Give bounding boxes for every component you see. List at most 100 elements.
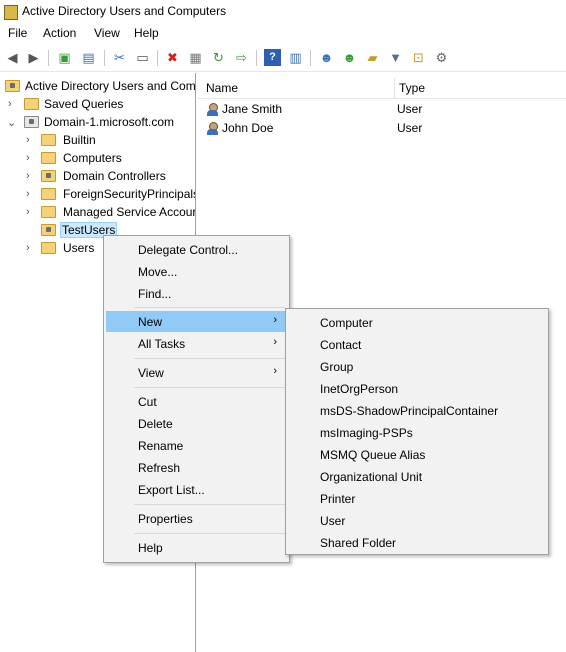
ou-icon — [41, 170, 56, 182]
toolbar-separator — [48, 50, 49, 66]
submenu-arrow-icon: › — [273, 314, 277, 326]
submenu-item-computer[interactable]: Computer — [288, 312, 546, 333]
tree-item-label: Managed Service Accour — [63, 205, 196, 219]
context-menu: Delegate Control... Move... Find... New ›… — [103, 235, 290, 563]
folder-icon — [41, 188, 56, 200]
toolbar-separator — [256, 50, 257, 66]
toolbar-separator — [310, 50, 311, 66]
menu-item-export-list[interactable]: Export List... — [106, 479, 287, 500]
submenu-item-user[interactable]: User — [288, 510, 546, 531]
list-header: Name Type — [198, 78, 566, 99]
menu-separator — [134, 307, 285, 308]
ou-icon — [41, 224, 56, 236]
column-divider[interactable] — [394, 78, 395, 98]
menu-item-rename[interactable]: Rename — [106, 435, 287, 456]
chevron-down-icon[interactable]: ⌄ — [7, 116, 17, 129]
add-user-icon[interactable]: ☻ — [318, 49, 335, 66]
user-icon — [206, 122, 220, 136]
tree-item-label: Saved Queries — [44, 97, 124, 111]
list-row[interactable]: John Doe User — [198, 120, 566, 138]
submenu-item-shared-folder[interactable]: Shared Folder — [288, 532, 546, 553]
folder-icon — [41, 134, 56, 146]
list-row[interactable]: Jane Smith User — [198, 101, 566, 119]
menu-bar: File Action View Help — [0, 25, 566, 43]
delete-icon[interactable]: ✖ — [164, 49, 181, 66]
submenu-item-msimaging-psps[interactable]: msImaging-PSPs — [288, 422, 546, 443]
chevron-right-icon[interactable]: › — [26, 152, 36, 164]
refresh-icon[interactable]: ↻ — [210, 49, 227, 66]
menu-separator — [134, 358, 285, 359]
tree-item-label: Domain Controllers — [63, 169, 166, 183]
toolbar: ◀ ▶ ▣ ▤ ✂ ▭ ✖ ▦ ↻ ⇨ ? ▥ ☻ ☻ ▰ ▼ ⊡ ⚙ — [0, 45, 566, 72]
menu-separator — [134, 387, 285, 388]
delegate-icon[interactable]: ⚙ — [433, 49, 450, 66]
forward-arrow-icon[interactable]: ▶ — [25, 49, 42, 66]
menu-help[interactable]: Help — [134, 26, 159, 40]
submenu-item-msmq-queue-alias[interactable]: MSMQ Queue Alias — [288, 444, 546, 465]
app-icon[interactable] — [4, 5, 18, 20]
filter-icon[interactable]: ▼ — [387, 49, 404, 66]
export-list-icon[interactable]: ⇨ — [233, 49, 250, 66]
menu-item-view[interactable]: View › — [106, 362, 287, 383]
menu-separator — [134, 533, 285, 534]
submenu-item-organizational-unit[interactable]: Organizational Unit — [288, 466, 546, 487]
menu-action[interactable]: Action — [43, 26, 76, 40]
submenu-item-printer[interactable]: Printer — [288, 488, 546, 509]
menu-item-new[interactable]: New › — [106, 311, 287, 332]
chevron-right-icon[interactable]: › — [8, 98, 18, 110]
folder-icon — [41, 152, 56, 164]
folder-icon — [41, 206, 56, 218]
tree-item-label: Users — [63, 241, 95, 255]
chevron-right-icon[interactable]: › — [26, 242, 36, 254]
back-arrow-icon[interactable]: ◀ — [4, 49, 21, 66]
console-pane-icon[interactable]: ▥ — [287, 49, 304, 66]
chevron-right-icon[interactable]: › — [26, 206, 36, 218]
menu-item-delegate-control[interactable]: Delegate Control... — [106, 239, 287, 260]
menu-item-refresh[interactable]: Refresh — [106, 457, 287, 478]
submenu-item-group[interactable]: Group — [288, 356, 546, 377]
chevron-right-icon[interactable]: › — [26, 134, 36, 146]
menu-separator — [134, 504, 285, 505]
menu-item-help[interactable]: Help — [106, 537, 287, 558]
row-name: Jane Smith — [222, 102, 283, 116]
tree-item-label: ForeignSecurityPrincipals — [63, 187, 196, 201]
row-type: User — [397, 121, 423, 135]
add-ou-icon[interactable]: ▰ — [364, 49, 381, 66]
add-group-icon[interactable]: ☻ — [341, 49, 358, 66]
menu-item-delete[interactable]: Delete — [106, 413, 287, 434]
find-icon[interactable]: ⊡ — [410, 49, 427, 66]
title-bar: Active Directory Users and Computers — [0, 0, 566, 24]
tree-root-label: Active Directory Users and Com — [25, 79, 196, 93]
help-icon[interactable]: ? — [264, 49, 281, 66]
folder-icon — [24, 98, 39, 110]
submenu-item-contact[interactable]: Contact — [288, 334, 546, 355]
menu-item-move[interactable]: Move... — [106, 261, 287, 282]
cut-icon[interactable]: ✂ — [111, 49, 128, 66]
column-name[interactable]: Name — [206, 81, 238, 95]
toolbar-separator — [157, 50, 158, 66]
copy-icon[interactable]: ▭ — [134, 49, 151, 66]
submenu-arrow-icon: › — [273, 365, 277, 377]
user-icon — [206, 103, 220, 117]
menu-view[interactable]: View — [94, 26, 120, 40]
chevron-right-icon[interactable]: › — [26, 188, 36, 200]
window-title: Active Directory Users and Computers — [22, 4, 227, 18]
folder-icon — [41, 242, 56, 254]
new-submenu: Computer Contact Group InetOrgPerson msD… — [285, 308, 549, 555]
toolbar-separator — [104, 50, 105, 66]
chevron-right-icon[interactable]: › — [26, 170, 36, 182]
submenu-item-shadow-principal-container[interactable]: msDS-ShadowPrincipalContainer — [288, 400, 546, 421]
menu-item-cut[interactable]: Cut — [106, 391, 287, 412]
properties-icon[interactable]: ▦ — [187, 49, 204, 66]
column-type[interactable]: Type — [399, 81, 425, 95]
row-name: John Doe — [222, 121, 274, 135]
menu-item-properties[interactable]: Properties — [106, 508, 287, 529]
up-folder-icon[interactable]: ▣ — [56, 49, 73, 66]
ad-console-icon — [5, 80, 20, 92]
menu-item-find[interactable]: Find... — [106, 283, 287, 304]
submenu-item-inetorgperson[interactable]: InetOrgPerson — [288, 378, 546, 399]
show-hide-tree-icon[interactable]: ▤ — [80, 49, 97, 66]
menu-item-all-tasks[interactable]: All Tasks › — [106, 333, 287, 354]
menu-file[interactable]: File — [8, 26, 27, 40]
submenu-arrow-icon: › — [273, 336, 277, 348]
